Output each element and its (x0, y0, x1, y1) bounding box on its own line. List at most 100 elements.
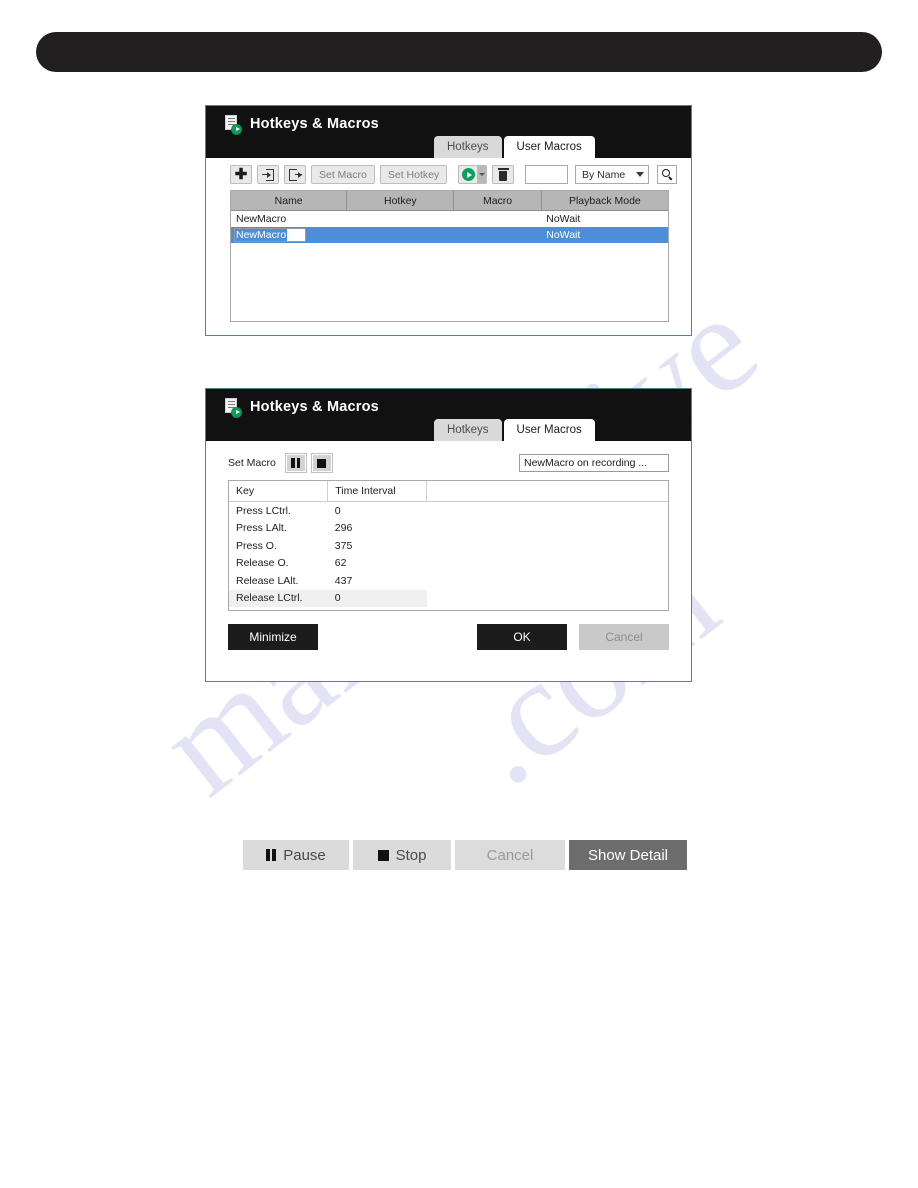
table-row[interactable]: NewMacro NoWait (231, 211, 668, 228)
cell-key: Release O. (236, 557, 289, 570)
panel1-title: Hotkeys & Macros (250, 116, 379, 132)
stop-recording-button[interactable] (310, 453, 333, 473)
macro-toolbar: ✚ Set Macro Set Hotkey By Name (206, 158, 691, 190)
cell-blank (427, 572, 668, 590)
panel1-title-row: Hotkeys & Macros (206, 106, 691, 137)
pause-icon (291, 458, 301, 468)
table-row[interactable]: Release LAlt. 437 (229, 572, 668, 590)
column-header-hotkey[interactable]: Hotkey (346, 191, 455, 211)
cancel-button-label: Cancel (486, 846, 534, 864)
panel1-titlebar: Hotkeys & Macros Hotkeys User Macros (206, 106, 691, 158)
table-row[interactable]: Press O. 375 (229, 537, 668, 555)
panel2-title-row: Hotkeys & Macros (206, 389, 691, 420)
cell-blank (427, 502, 668, 520)
key-log-table-container: Key Time Interval Press LCtrl. 0 Press L… (228, 480, 669, 611)
tab-user-macros[interactable]: User Macros (503, 136, 595, 158)
set-macro-button[interactable]: Set Macro (311, 165, 375, 184)
cell-name-editing[interactable]: NewMacro (231, 227, 347, 243)
play-button[interactable] (459, 166, 477, 183)
panel2-tabs: Hotkeys User Macros (434, 419, 595, 441)
cell-key: Release LAlt. (236, 574, 299, 587)
pause-icon (266, 849, 277, 861)
panel1-tabs: Hotkeys User Macros (434, 136, 595, 158)
set-macro-controls-row: Set Macro NewMacro on recording ... (206, 441, 691, 480)
cell-interval: 62 (334, 557, 347, 570)
stop-icon (317, 458, 327, 468)
tab-hotkeys[interactable]: Hotkeys (434, 136, 502, 158)
search-input[interactable] (525, 165, 568, 184)
tab-user-macros[interactable]: User Macros (503, 419, 595, 441)
page-header-bar (36, 32, 882, 72)
key-table-header-row: Key Time Interval (229, 481, 668, 502)
macro-table-header-row: Name Hotkey Macro Playback Mode (231, 191, 668, 211)
cell-blank (427, 537, 668, 555)
cell-macro (454, 211, 541, 228)
cell-name: NewMacro (236, 213, 287, 225)
table-row[interactable]: Release LCtrl. 0 (229, 589, 668, 607)
add-macro-button[interactable]: ✚ (230, 165, 252, 184)
cell-blank (427, 520, 668, 538)
column-header-playback-mode[interactable]: Playback Mode (541, 191, 668, 211)
panel2-titlebar: Hotkeys & Macros Hotkeys User Macros (206, 389, 691, 441)
tab-hotkeys[interactable]: Hotkeys (434, 419, 502, 441)
cell-interval: 296 (334, 522, 353, 535)
playback-control-bar: Pause Stop Cancel Show Detail (237, 831, 696, 879)
column-header-name[interactable]: Name (231, 191, 348, 211)
cancel-button[interactable]: Cancel (579, 624, 669, 650)
ok-button[interactable]: OK (477, 624, 567, 650)
cell-blank (427, 555, 668, 573)
document-play-icon (224, 397, 242, 418)
import-macro-button[interactable] (257, 165, 279, 184)
stop-button[interactable]: Stop (353, 840, 451, 870)
play-dropdown-chevron-down-icon[interactable] (477, 166, 487, 183)
cell-hotkey (346, 227, 454, 243)
set-macro-panel: Hotkeys & Macros Hotkeys User Macros Set… (205, 388, 692, 682)
cell-interval: 437 (334, 574, 353, 587)
panel2-title: Hotkeys & Macros (250, 399, 379, 415)
export-icon (288, 168, 302, 181)
cell-key: Press LCtrl. (236, 504, 291, 517)
cell-key: Release LCtrl. (229, 589, 328, 607)
search-icon (661, 169, 673, 180)
recording-status-input[interactable]: NewMacro on recording ... (519, 454, 669, 472)
trash-icon (497, 168, 509, 181)
table-row[interactable]: Press LCtrl. 0 (229, 502, 668, 520)
cell-interval: 0 (334, 504, 341, 517)
stop-icon (377, 849, 389, 861)
minimize-button[interactable]: Minimize (228, 624, 318, 650)
key-log-table: Key Time Interval Press LCtrl. 0 Press L… (229, 481, 668, 607)
document-play-icon (224, 114, 242, 135)
chevron-down-icon (636, 172, 644, 177)
pause-recording-button[interactable] (284, 453, 307, 473)
play-macro-split-button[interactable] (458, 165, 488, 184)
cell-interval: 375 (334, 539, 353, 552)
column-header-key: Key (229, 481, 329, 502)
macro-table: Name Hotkey Macro Playback Mode NewMacro… (231, 191, 668, 243)
table-row[interactable]: NewMacro NoWait (231, 227, 668, 243)
cancel-button[interactable]: Cancel (455, 840, 565, 870)
cell-playback-mode: NoWait (546, 213, 581, 225)
search-button[interactable] (657, 165, 677, 184)
delete-macro-button[interactable] (492, 165, 515, 184)
table-row[interactable]: Press LAlt. 296 (229, 520, 668, 538)
pause-button[interactable]: Pause (243, 840, 349, 870)
hotkeys-macros-list-panel: Hotkeys & Macros Hotkeys User Macros ✚ S… (205, 105, 692, 336)
stop-button-label: Stop (395, 846, 427, 864)
table-row[interactable]: Release O. 62 (229, 555, 668, 573)
cell-hotkey (347, 211, 454, 228)
pause-button-label: Pause (283, 846, 326, 864)
set-hotkey-button[interactable]: Set Hotkey (379, 165, 448, 184)
macro-name-input-value: NewMacro (235, 229, 288, 241)
macro-name-input[interactable]: NewMacro (234, 228, 306, 242)
sort-by-select[interactable]: By Name (575, 165, 649, 184)
cell-key: Press LAlt. (236, 522, 287, 535)
show-detail-button[interactable]: Show Detail (569, 840, 687, 870)
import-icon (261, 168, 275, 181)
cell-playback-mode: NoWait (541, 227, 668, 243)
play-icon (461, 168, 475, 181)
column-header-macro[interactable]: Macro (453, 191, 542, 211)
macro-table-container: Name Hotkey Macro Playback Mode NewMacro… (230, 190, 669, 322)
export-macro-button[interactable] (284, 165, 306, 184)
cell-key: Press O. (236, 539, 277, 552)
cell-macro (453, 227, 542, 243)
